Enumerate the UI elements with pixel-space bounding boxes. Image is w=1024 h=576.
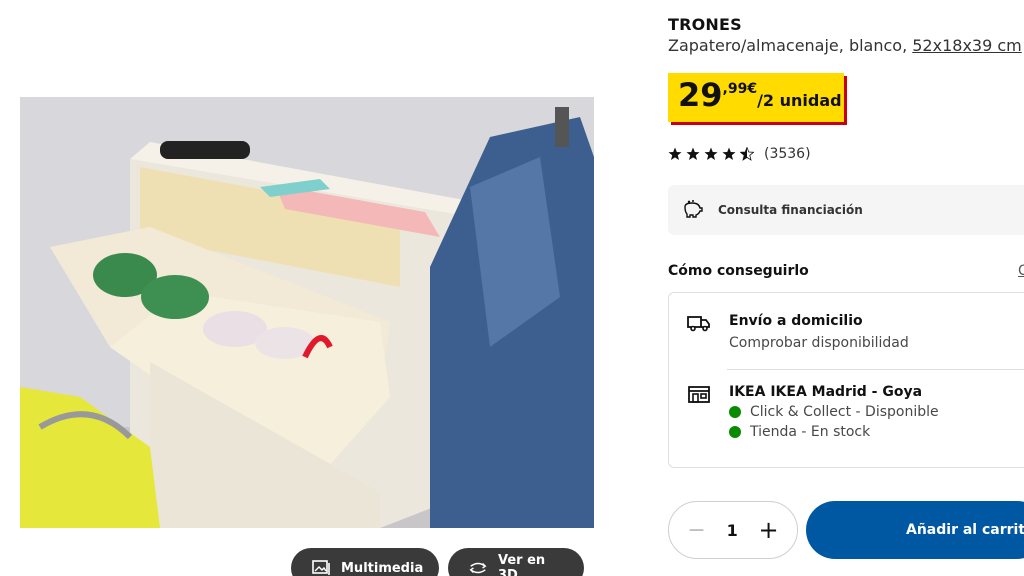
rating[interactable]: (3536) [668,146,811,162]
product-dimensions-link[interactable]: 52x18x39 cm [912,36,1021,55]
add-to-cart-button[interactable]: Añadir al carrito [806,501,1024,559]
star-icon [722,147,736,160]
quantity-stepper[interactable]: − 1 + [668,501,798,559]
store-icon [687,384,711,440]
half-star-icon [740,147,754,161]
product-description-text: Zapatero/almacenaje, blanco, [668,36,913,55]
price-tag: 29 ,99€ /2 unidad [668,73,844,122]
product-name: TRONES [668,15,742,34]
view-3d-button[interactable]: Ver en 3D [448,548,584,576]
home-delivery-option[interactable]: Envío a domicilio Comprobar disponibilid… [687,313,909,351]
star-icon [704,147,718,160]
store-option[interactable]: IKEA IKEA Madrid - Goya Click & Collect … [687,384,939,440]
rotate-3d-icon [468,558,488,576]
quantity-value[interactable]: 1 [727,521,738,540]
multimedia-button[interactable]: Multimedia [291,548,439,576]
star-icon [686,147,700,160]
fulfillment-options: Envío a domicilio Comprobar disponibilid… [668,292,1024,468]
piggy-bank-icon [682,199,704,221]
product-description: Zapatero/almacenaje, blanco, 52x18x39 cm [668,36,1022,55]
divider [727,369,1024,370]
decrease-quantity-button[interactable]: − [687,518,705,543]
rating-count: (3536) [764,146,811,162]
financing-label: Consulta financiación [718,203,863,217]
multimedia-label: Multimedia [341,560,424,576]
star-icon [668,147,682,160]
product-image[interactable] [20,97,594,528]
view-3d-label: Ver en 3D [498,553,546,576]
increase-quantity-button[interactable]: + [758,516,778,544]
price-decimal: ,99€ [722,81,758,97]
add-to-cart-label: Añadir al carrito [906,522,1024,538]
available-dot-icon [729,426,741,438]
gallery-icon [311,558,331,576]
price-unit: /2 unidad [757,91,842,110]
in-store-status: Tienda - En stock [729,424,939,440]
click-collect-label: Click & Collect - Disponible [750,404,939,420]
available-dot-icon [729,406,741,418]
change-store-link[interactable]: C [1018,263,1024,279]
how-to-get-heading: Cómo conseguirlo [668,263,809,279]
price-integer: 29 [678,76,723,114]
delivery-subtitle: Comprobar disponibilidad [729,335,909,351]
delivery-title: Envío a domicilio [729,313,863,329]
click-collect-status: Click & Collect - Disponible [729,404,939,420]
in-store-label: Tienda - En stock [750,424,871,440]
store-title: IKEA IKEA Madrid - Goya [729,384,923,400]
truck-icon [687,313,711,351]
financing-button[interactable]: Consulta financiación [668,185,1024,235]
